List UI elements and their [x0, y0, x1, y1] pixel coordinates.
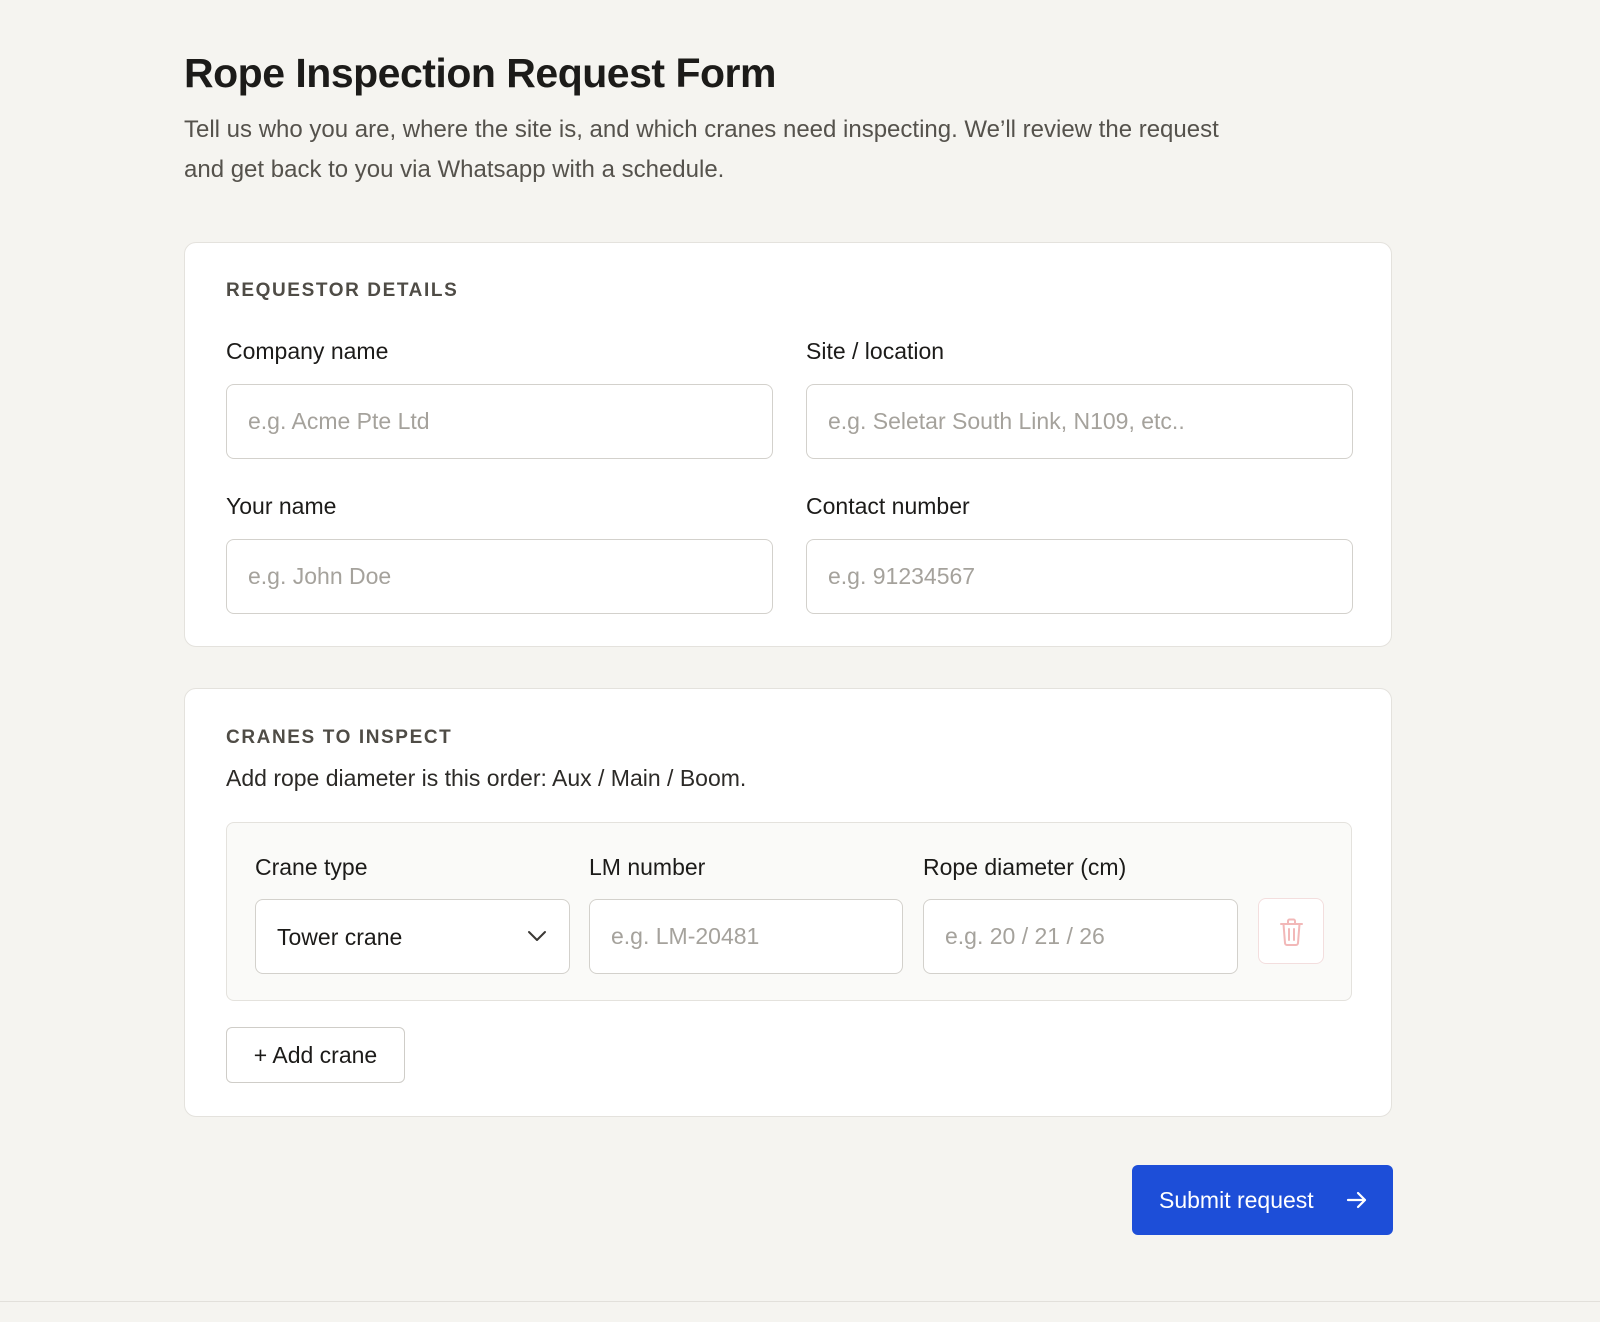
site-location-input[interactable]	[806, 384, 1353, 459]
crane-type-select[interactable]: Tower crane	[255, 899, 570, 974]
footer-divider	[0, 1301, 1600, 1302]
lm-number-label: LM number	[589, 854, 706, 880]
submit-request-label: Submit request	[1159, 1187, 1314, 1213]
rope-diameter-helper-text: Add rope diameter is this order: Aux / M…	[226, 765, 747, 791]
delete-crane-button[interactable]	[1258, 898, 1324, 964]
add-crane-button[interactable]: + Add crane	[226, 1027, 405, 1083]
rope-diameter-label: Rope diameter (cm)	[923, 854, 1127, 880]
crane-row: Crane type Tower crane LM number Rope di…	[226, 822, 1352, 1001]
requestor-details-card: REQUESTOR DETAILS Company name Site / lo…	[184, 242, 1392, 647]
requestor-details-heading: REQUESTOR DETAILS	[226, 280, 459, 301]
rope-diameter-input[interactable]	[923, 899, 1238, 974]
page: Rope Inspection Request Form Tell us who…	[0, 0, 1600, 1322]
submit-request-button[interactable]: Submit request	[1132, 1165, 1393, 1235]
page-subtitle: Tell us who you are, where the site is, …	[184, 116, 1219, 183]
page-title: Rope Inspection Request Form	[184, 50, 776, 96]
your-name-input[interactable]	[226, 539, 773, 614]
trash-icon	[1280, 918, 1303, 946]
your-name-label: Your name	[226, 493, 337, 519]
crane-type-selected-value: Tower crane	[277, 924, 403, 950]
contact-number-label: Contact number	[806, 493, 970, 519]
company-name-label: Company name	[226, 338, 389, 364]
lm-number-input[interactable]	[589, 899, 903, 974]
contact-number-input[interactable]	[806, 539, 1353, 614]
crane-type-label: Crane type	[255, 854, 368, 880]
company-name-input[interactable]	[226, 384, 773, 459]
cranes-to-inspect-heading: CRANES TO INSPECT	[226, 727, 453, 748]
chevron-down-icon	[528, 931, 546, 941]
cranes-to-inspect-card: CRANES TO INSPECT Add rope diameter is t…	[184, 688, 1392, 1117]
site-location-label: Site / location	[806, 338, 945, 364]
arrow-right-icon	[1346, 1191, 1367, 1209]
